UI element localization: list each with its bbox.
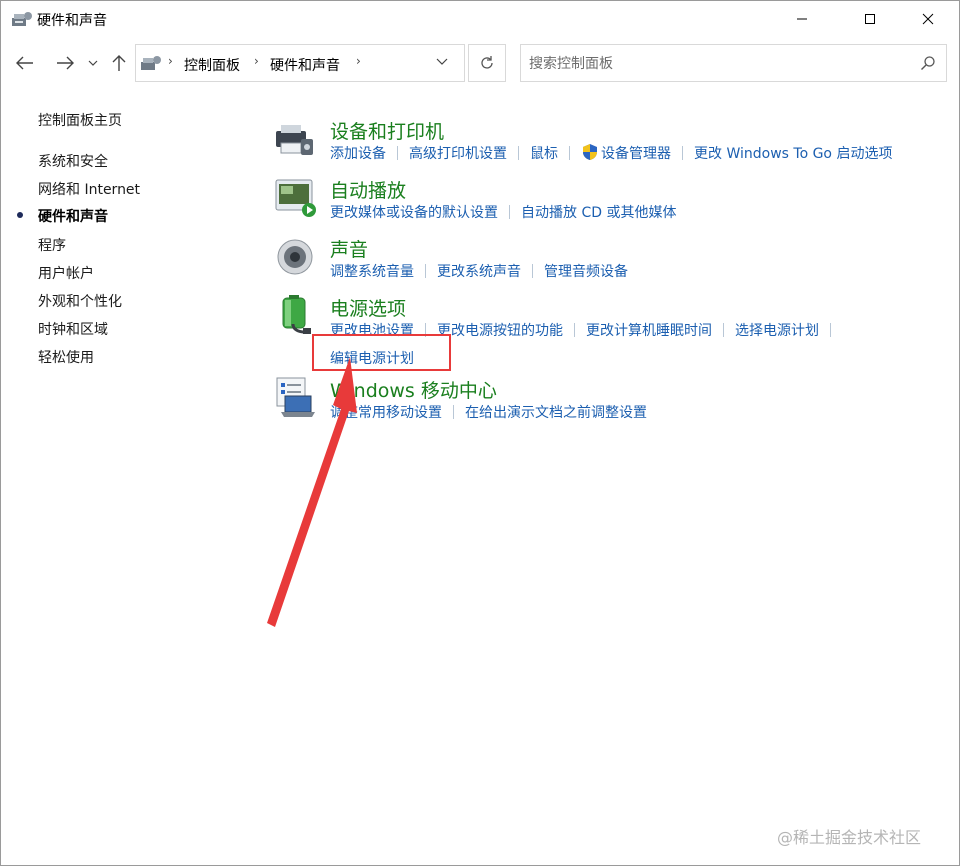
search-input[interactable] — [529, 54, 909, 74]
window-title: 硬件和声音 — [37, 13, 107, 29]
sidebar-item-network-internet[interactable]: 网络和 Internet — [38, 179, 140, 199]
sidebar-item-system-security[interactable]: 系统和安全 — [38, 151, 108, 171]
search-box[interactable] — [520, 44, 947, 82]
link-add-device[interactable]: 添加设备 — [330, 146, 386, 162]
refresh-button[interactable] — [468, 44, 506, 82]
link-divider — [723, 323, 724, 337]
category-title-devices-printers[interactable]: 设备和打印机 — [330, 117, 444, 144]
sidebar-item-clock-region[interactable]: 时钟和区域 — [38, 319, 108, 339]
watermark-text: @稀土掘金技术社区 — [777, 828, 922, 847]
link-divider — [682, 146, 683, 160]
devices-printers-links: 添加设备 高级打印机设置 鼠标 设备管理器 更改 Windows To Go 启动选项 — [330, 143, 892, 165]
link-divider — [830, 323, 831, 337]
link-change-system-sounds[interactable]: 更改系统声音 — [437, 264, 521, 280]
back-button[interactable] — [13, 51, 37, 75]
link-divider — [509, 205, 510, 219]
sidebar-item-hardware-sound[interactable]: 硬件和声音 — [38, 206, 108, 226]
link-change-power-buttons[interactable]: 更改电源按钮的功能 — [437, 323, 563, 339]
up-arrow-icon — [112, 55, 126, 71]
printer-icon[interactable] — [273, 117, 317, 161]
address-dropdown-icon[interactable] — [436, 55, 448, 69]
up-button[interactable] — [107, 51, 131, 75]
breadcrumb-chevron-icon[interactable]: › — [356, 54, 361, 68]
link-divider — [532, 264, 533, 278]
chevron-down-icon — [88, 60, 98, 66]
speaker-icon[interactable] — [273, 235, 317, 279]
autoplay-links: 更改媒体或设备的默认设置 自动播放 CD 或其他媒体 — [330, 202, 676, 222]
battery-icon[interactable] — [273, 294, 317, 338]
link-change-sleep-time[interactable]: 更改计算机睡眠时间 — [586, 323, 712, 339]
back-arrow-icon — [16, 56, 33, 70]
link-divider — [518, 146, 519, 160]
category-title-power-options[interactable]: 电源选项 — [330, 294, 406, 321]
sidebar-item-control-panel-home[interactable]: 控制面板主页 — [38, 110, 122, 130]
forward-arrow-icon — [57, 56, 74, 70]
sidebar-item-user-accounts[interactable]: 用户帐户 — [38, 263, 94, 283]
link-mouse[interactable]: 鼠标 — [530, 146, 558, 162]
breadcrumb-chevron-icon[interactable]: › — [254, 54, 259, 68]
active-bullet-icon — [17, 212, 23, 218]
minimize-button[interactable] — [779, 1, 825, 37]
link-divider — [574, 323, 575, 337]
category-title-autoplay[interactable]: 自动播放 — [330, 176, 406, 203]
hardware-sound-icon — [11, 10, 33, 28]
hardware-sound-icon — [140, 54, 162, 72]
link-divider — [425, 264, 426, 278]
link-divider — [453, 405, 454, 419]
navigation-bar: › 控制面板 › 硬件和声音 › — [1, 41, 959, 87]
mobility-center-links: 调整常用移动设置 在给出演示文档之前调整设置 — [330, 402, 647, 422]
refresh-icon — [481, 56, 493, 69]
control-panel-window: 硬件和声音 › 控制面板 › 硬件和声音 › 搜索控制面板 控制面板主页 系统和… — [0, 0, 960, 866]
sidebar-item-ease-of-access[interactable]: 轻松使用 — [38, 347, 94, 367]
link-divider — [397, 146, 398, 160]
category-title-sound[interactable]: 声音 — [330, 235, 368, 262]
link-change-media-defaults[interactable]: 更改媒体或设备的默认设置 — [330, 205, 498, 221]
link-adjust-before-presentation[interactable]: 在给出演示文档之前调整设置 — [465, 405, 647, 421]
search-icon[interactable] — [920, 55, 936, 71]
close-button[interactable] — [905, 1, 951, 37]
breadcrumb-hardware-sound[interactable]: 硬件和声音 — [270, 55, 340, 75]
link-autoplay-cd[interactable]: 自动播放 CD 或其他媒体 — [521, 205, 676, 221]
annotation-arrow-icon — [267, 357, 357, 627]
title-bar: 硬件和声音 — [1, 1, 959, 39]
sidebar-item-programs[interactable]: 程序 — [38, 235, 66, 255]
maximize-button[interactable] — [847, 1, 893, 37]
link-device-manager[interactable]: 设备管理器 — [601, 146, 671, 162]
uac-shield-icon — [581, 143, 599, 165]
recent-locations-button[interactable] — [85, 51, 101, 75]
breadcrumb-control-panel[interactable]: 控制面板 — [184, 55, 240, 75]
sidebar-item-appearance[interactable]: 外观和个性化 — [38, 291, 122, 311]
link-adjust-volume[interactable]: 调整系统音量 — [330, 264, 414, 280]
sound-links: 调整系统音量 更改系统声音 管理音频设备 — [330, 261, 628, 281]
address-bar[interactable]: › 控制面板 › 硬件和声音 › — [135, 44, 465, 82]
forward-button[interactable] — [53, 51, 77, 75]
link-divider — [569, 146, 570, 160]
link-choose-power-plan[interactable]: 选择电源计划 — [735, 323, 819, 339]
link-manage-audio-devices[interactable]: 管理音频设备 — [544, 264, 628, 280]
autoplay-icon[interactable] — [273, 176, 317, 220]
link-windows-to-go[interactable]: 更改 Windows To Go 启动选项 — [694, 146, 892, 162]
breadcrumb-chevron-icon[interactable]: › — [168, 54, 173, 68]
link-advanced-printer-setup[interactable]: 高级打印机设置 — [409, 146, 507, 162]
